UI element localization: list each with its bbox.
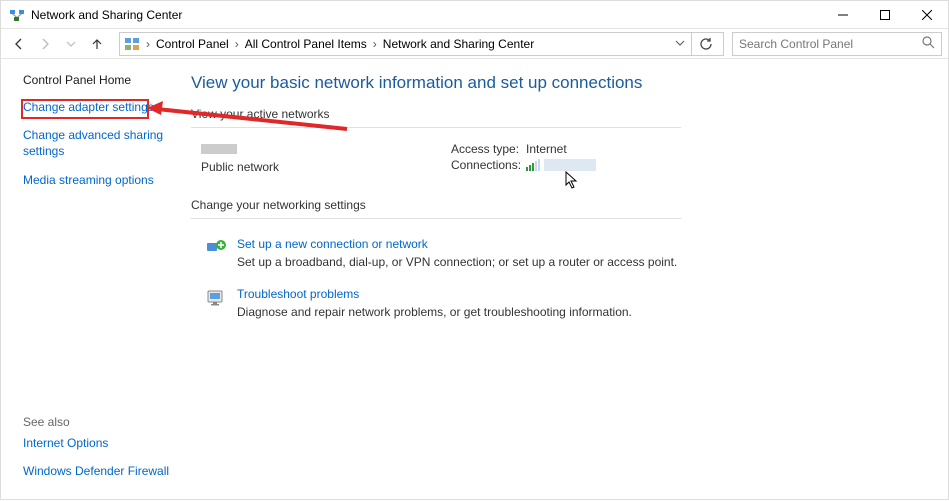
chevron-right-icon[interactable]: › [371,37,379,51]
search-icon [922,36,935,52]
setup-connection-desc: Set up a broadband, dial-up, or VPN conn… [237,255,677,269]
connection-name-redacted[interactable] [544,159,596,171]
recent-dropdown[interactable] [59,32,83,56]
network-sharing-icon [9,7,25,23]
minimize-button[interactable] [822,1,864,29]
breadcrumb-control-panel[interactable]: Control Panel [152,37,233,51]
windows-defender-firewall-link[interactable]: Windows Defender Firewall [23,463,183,479]
troubleshoot-desc: Diagnose and repair network problems, or… [237,305,632,319]
back-button[interactable] [7,32,31,56]
forward-button[interactable] [33,32,57,56]
breadcrumb-all-items[interactable]: All Control Panel Items [241,37,371,51]
address-bar[interactable]: › Control Panel › All Control Panel Item… [119,32,724,56]
media-streaming-link[interactable]: Media streaming options [23,172,183,188]
search-input[interactable] [739,37,922,51]
chevron-right-icon[interactable]: › [144,37,152,51]
window-titlebar: Network and Sharing Center [1,1,948,29]
connections-label: Connections: [451,158,526,172]
page-heading: View your basic network information and … [191,73,908,93]
window-title: Network and Sharing Center [31,8,822,22]
content-pane: View your basic network information and … [183,59,948,501]
change-advanced-sharing-link[interactable]: Change advanced sharing settings [23,127,183,159]
new-connection-icon [205,237,227,259]
access-type-value: Internet [526,142,567,156]
divider [191,127,681,128]
troubleshoot-link[interactable]: Troubleshoot problems [237,287,632,301]
up-button[interactable] [85,32,109,56]
setup-connection-item: Set up a new connection or network Set u… [191,233,908,283]
active-networks-label: View your active networks [191,107,908,121]
internet-options-link[interactable]: Internet Options [23,435,183,451]
troubleshoot-icon [205,287,227,309]
refresh-button[interactable] [691,32,719,56]
chevron-right-icon[interactable]: › [233,37,241,51]
close-button[interactable] [906,1,948,29]
maximize-button[interactable] [864,1,906,29]
wifi-signal-icon [526,159,540,171]
address-dropdown[interactable] [669,37,691,51]
setup-connection-link[interactable]: Set up a new connection or network [237,237,677,251]
breadcrumb-current[interactable]: Network and Sharing Center [379,37,538,51]
see-also-label: See also [23,415,183,429]
change-settings-label: Change your networking settings [191,198,908,212]
search-box[interactable] [732,32,942,56]
network-name-redacted [201,144,237,154]
divider [191,218,681,219]
troubleshoot-item: Troubleshoot problems Diagnose and repai… [191,283,908,333]
network-type: Public network [201,160,451,174]
access-type-label: Access type: [451,142,526,156]
control-panel-home-link[interactable]: Control Panel Home [23,73,183,87]
navigation-bar: › Control Panel › All Control Panel Item… [1,29,948,59]
active-network-row: Public network Access type: Internet Con… [191,142,908,174]
sidebar: Control Panel Home Change adapter settin… [1,59,183,501]
change-adapter-settings-link[interactable]: Change adapter settings [23,99,183,115]
control-panel-icon [124,36,140,52]
